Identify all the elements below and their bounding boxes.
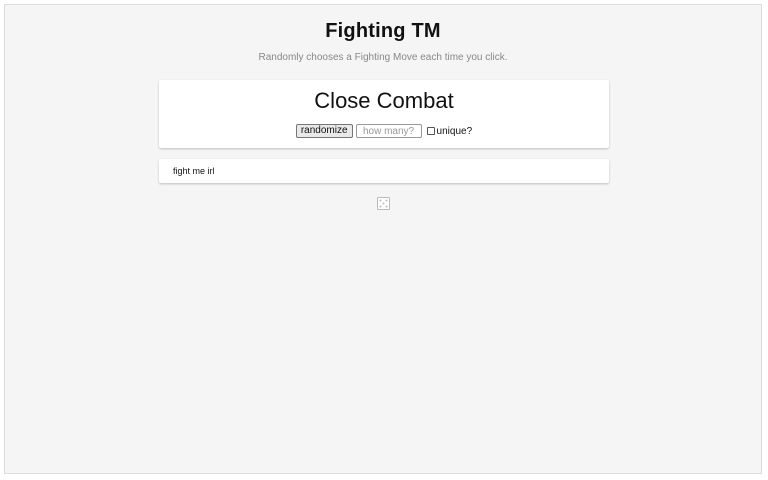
unique-label: unique? (436, 125, 473, 137)
dice-icon[interactable] (377, 197, 390, 210)
how-many-input[interactable] (355, 124, 422, 138)
page-subtitle: Randomly chooses a Fighting Move each ti… (258, 52, 508, 63)
unique-checkbox[interactable] (426, 127, 435, 135)
page-title: Fighting TM (325, 20, 441, 42)
controls-row: randomize unique? (159, 124, 609, 138)
randomize-button[interactable]: randomize (295, 124, 353, 138)
info-text: fight me irl (173, 166, 215, 176)
unique-toggle[interactable]: unique? (426, 125, 473, 137)
random-result: Close Combat (314, 88, 454, 113)
page-frame: Fighting TM Randomly chooses a Fighting … (4, 4, 762, 474)
info-card: fight me irl (159, 159, 609, 183)
result-card: Close Combat randomize unique? (159, 80, 609, 148)
